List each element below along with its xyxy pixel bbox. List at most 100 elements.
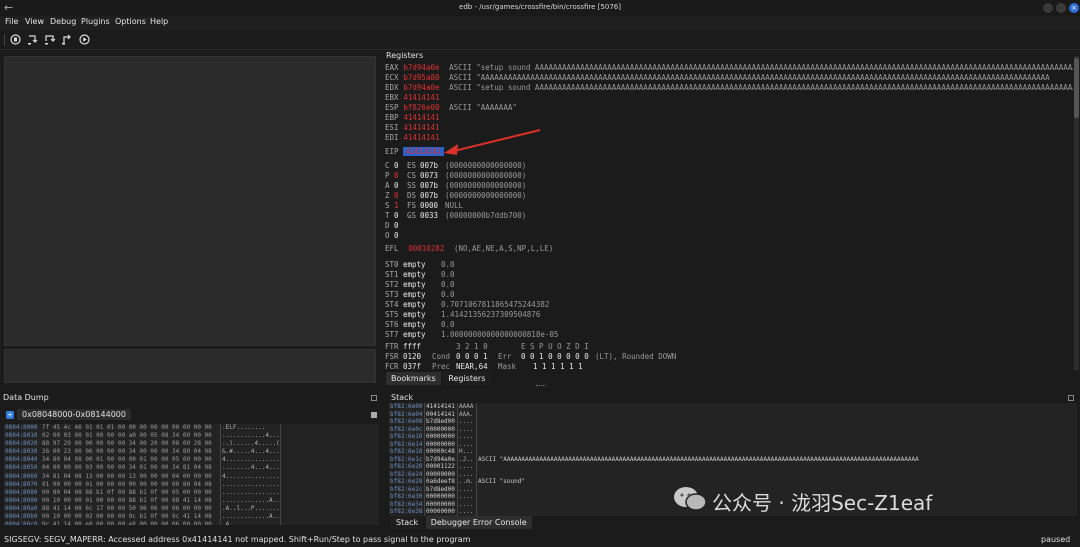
flag-row[interactable]: D0 [385, 221, 685, 231]
splitter-handle[interactable] [536, 385, 546, 387]
fpu-row[interactable]: ST5 empty 1.41421356237309504876 [385, 310, 685, 320]
registers-scroll-thumb[interactable] [1074, 58, 1079, 118]
registers-title: Registers [386, 51, 424, 60]
flag-row[interactable]: P 0 CS 0073 (0000000000000000) [385, 171, 685, 181]
fpu-row[interactable]: ST4 empty 0.7071067811865475244382 [385, 300, 685, 310]
registers-view[interactable]: EAX b7d94a0e ASCII "setup sound AAAAAAAA… [383, 60, 1073, 370]
fpu-row[interactable]: ST1 empty 0.0 [385, 270, 685, 280]
stack-float-icon[interactable] [1068, 395, 1074, 401]
window-minimize-icon[interactable] [1043, 3, 1053, 13]
menu-help[interactable]: Help [150, 17, 168, 26]
wechat-logo-icon [672, 484, 708, 514]
tab-registers[interactable]: Registers [443, 372, 491, 385]
dump-row[interactable]: 0804:80a0 88 41 14 08 6c 17 00 00 50 96 0… [4, 505, 379, 513]
stack-row[interactable]: bf82:6e28 0a6deef8 ..m. ASCII "sound" [389, 478, 1077, 486]
play-icon[interactable] [79, 34, 90, 45]
dump-row[interactable]: 0804:8000 7f 45 4c 46 01 01 01 00 00 00 0… [4, 424, 379, 432]
dump-row[interactable]: 0804:8010 02 00 03 00 01 00 00 00 a0 00 0… [4, 432, 379, 440]
stack-ascii: .... [459, 433, 474, 440]
reg-eax[interactable]: EAX b7d94a0e ASCII "setup sound AAAAAAAA… [385, 63, 1073, 73]
data-dump-view[interactable]: 0804:8000 7f 45 4c 46 01 01 01 00 00 00 0… [4, 424, 379, 525]
reg-edx[interactable]: EDX b7d94a0e ASCII "setup sound AAAAAAAA… [385, 83, 1073, 93]
reg-fcr[interactable]: FCR 037f Prec NEAR,64 Mask 1 1 1 1 1 1 [385, 362, 885, 370]
run-icon[interactable] [10, 34, 21, 45]
add-tab-icon[interactable]: + [6, 411, 14, 419]
step-into-icon[interactable] [27, 34, 39, 45]
stack-row[interactable]: bf82:6e10 00000000.... [389, 433, 1077, 441]
stack-value: 00000000 [426, 493, 455, 500]
reg-eip[interactable]: EIP 41414141 [385, 147, 444, 156]
close-tab-icon[interactable] [371, 412, 377, 418]
step-out-icon[interactable] [61, 34, 73, 45]
dump-row[interactable]: 0804:8090 00 10 00 00 01 00 00 00 88 b1 0… [4, 497, 379, 505]
tab-stack[interactable]: Stack [391, 516, 424, 529]
stack-row[interactable]: bf82:6e24 00000000.... [389, 471, 1077, 479]
flag-row[interactable]: O0 [385, 231, 685, 241]
stack-row[interactable]: bf82:6e00 41414141 AAAA [389, 403, 1077, 411]
stack-address: bf82:6e28 [390, 478, 423, 485]
reg-efl[interactable]: EFL 00010282 (NO,AE,NE,A,S,NP,L,LE) [385, 244, 553, 253]
stack-address: bf82:6e30 [390, 493, 423, 500]
stack-row[interactable]: bf82:6e1c b7d94a0e .J.. ASCII "AAAAAAAAAAAA… [389, 456, 1077, 464]
flag-row[interactable]: S 1 FS 0000 NULL [385, 201, 685, 211]
tab-bookmarks[interactable]: Bookmarks [386, 372, 441, 385]
dump-ascii: 4............... [222, 456, 280, 464]
flag-row[interactable]: T 0 GS 0033 (00000000b7ddb700) [385, 211, 685, 221]
dump-row[interactable]: 0804:80b0 00 10 00 00 02 00 00 00 9c b1 0… [4, 513, 379, 521]
dump-row[interactable]: 0804:8080 00 80 04 08 88 b1 0f 00 88 b1 0… [4, 489, 379, 497]
reg-ftr[interactable]: FTR ffff 3 2 1 0 E S P U O Z D I [385, 342, 885, 352]
stack-row[interactable]: bf82:6e14 00000000.... [389, 441, 1077, 449]
fpu-row[interactable]: ST0 empty 0.0 [385, 260, 685, 270]
reg-ebp[interactable]: EBP 41414141 [385, 113, 1073, 123]
stack-row[interactable]: bf82:6e0c 00000000.... [389, 426, 1077, 434]
window-maximize-icon[interactable] [1056, 3, 1066, 13]
stack-value: 00000000 [426, 508, 455, 515]
float-dock-icon[interactable] [371, 395, 377, 401]
reg-esp[interactable]: ESP bf826e00 ASCII "AAAAAAA" [385, 103, 1073, 113]
dump-hex: 34 80 04 08 00 01 00 00 00 01 00 00 05 0… [42, 456, 212, 464]
dump-hex: 01 00 00 00 01 00 00 00 00 00 00 00 00 8… [42, 480, 212, 488]
dump-address: 0804:8050 [5, 464, 38, 472]
reg-ebx[interactable]: EBX 41414141 [385, 93, 1073, 103]
registers-dock-tabs: Bookmarks Registers [386, 372, 491, 385]
flag-row[interactable]: C 0 ES 007b (0000000000000000) [385, 161, 685, 171]
disassembly-view[interactable] [4, 56, 376, 346]
fpu-name: ST2 [385, 280, 399, 289]
eip-value-selected[interactable]: 41414141 [403, 147, 444, 156]
tab-error-console[interactable]: Debugger Error Console [425, 516, 532, 529]
fpu-row[interactable]: ST6 empty 0.0 [385, 320, 685, 330]
fpu-name: ST1 [385, 270, 399, 279]
dump-row[interactable]: 0804:8060 34 81 04 08 13 00 00 00 13 00 0… [4, 473, 379, 481]
stack-row[interactable]: bf82:6e04 00414141 AAA. [389, 411, 1077, 419]
dump-row[interactable]: 0804:8020 88 97 29 00 00 00 00 00 34 00 2… [4, 440, 379, 448]
dump-row[interactable]: 0804:80c0 9c 41 14 08 e8 00 00 00 e8 00 0… [4, 521, 379, 525]
fpu-value: 1.41421356237309504876 [441, 310, 541, 319]
stack-row[interactable]: bf82:6e08 b7d8ed00.... [389, 418, 1077, 426]
dump-row[interactable]: 0804:8070 01 00 00 00 01 00 00 00 00 00 0… [4, 481, 379, 489]
fpu-row[interactable]: ST7 empty 1.00000000000000000818e-05 [385, 330, 685, 340]
menu-options[interactable]: Options [115, 17, 146, 26]
menu-debug[interactable]: Debug [50, 17, 76, 26]
dump-row[interactable]: 0804:8030 26 00 23 00 06 00 00 00 34 00 0… [4, 448, 379, 456]
dump-hex: 02 00 03 00 01 00 00 00 a0 00 05 08 34 0… [42, 432, 212, 440]
fpu-value: 1.00000000000000000818e-05 [441, 330, 559, 339]
flag-row[interactable]: A 0 SS 007b (0000000000000000) [385, 181, 685, 191]
step-over-icon[interactable] [44, 34, 56, 45]
flag-name: O [385, 231, 390, 240]
dump-row[interactable]: 0804:8050 04 00 00 00 03 00 00 00 34 01 0… [4, 464, 379, 472]
stack-row[interactable]: bf82:6e18 00000c48 H... [389, 448, 1077, 456]
tab-dump-region[interactable]: 0x08048000-0x08144000 [17, 409, 131, 420]
menu-file[interactable]: File [5, 17, 18, 26]
menu-view[interactable]: View [25, 17, 44, 26]
reg-ecx[interactable]: ECX b7d95a80 ASCII "AAAAAAAAAAAAAAAAAAAA… [385, 73, 1073, 83]
stack-value: 00000000 [426, 500, 455, 508]
reg-fsr[interactable]: FSR 0120 Cond 0 0 0 1 Err 0 0 1 0 0 0 0 … [385, 352, 885, 362]
dump-row[interactable]: 0804:8040 34 80 04 08 00 01 00 00 00 01 0… [4, 456, 379, 464]
flag-name: Z [385, 191, 390, 200]
window-close-icon[interactable]: × [1069, 3, 1079, 13]
stack-row[interactable]: bf82:6e20 00001122.... [389, 463, 1077, 471]
fpu-row[interactable]: ST3 empty 0.0 [385, 290, 685, 300]
fpu-row[interactable]: ST2 empty 0.0 [385, 280, 685, 290]
flag-row[interactable]: Z 0 DS 007b (0000000000000000) [385, 191, 685, 201]
menu-plugins[interactable]: Plugins [81, 17, 110, 26]
